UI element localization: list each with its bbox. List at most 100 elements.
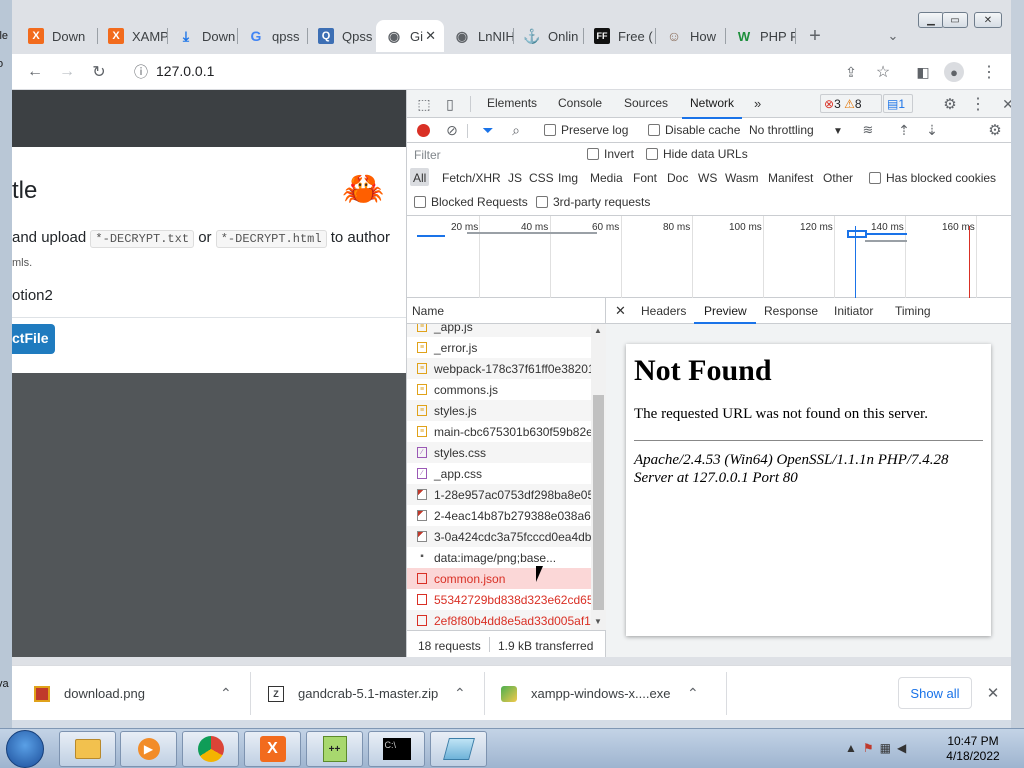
type-ws[interactable]: WS [698,171,717,185]
scrollbar-thumb[interactable] [593,395,604,610]
request-row[interactable]: ≡ styles.js [407,400,591,421]
tab[interactable]: X XAMP [98,20,168,52]
device-toolbar-icon[interactable]: ▯ [439,93,461,115]
export-har-icon[interactable]: ⇣ [921,119,943,141]
taskbar-xampp[interactable]: X [244,731,301,767]
chevron-up-icon[interactable]: ⌃ [687,685,699,702]
tab[interactable]: Gqpss [238,20,308,52]
tab[interactable]: ☺ How [656,20,726,52]
tab-initiator[interactable]: Initiator [834,304,873,318]
blocked-requests-checkbox[interactable]: Blocked Requests [414,195,528,209]
record-icon[interactable] [417,124,430,137]
tab[interactable]: W PHP F [726,20,796,52]
inspect-element-icon[interactable]: ⬚ [413,93,435,115]
request-row[interactable]: 2-4eac14b87b279388e038a6 [407,505,591,526]
request-row-selected[interactable]: common.json [407,568,591,589]
tab[interactable]: ⚓ Onlin [514,20,584,52]
menu-kebab-icon[interactable]: ⋮ [978,61,1000,83]
tab[interactable]: X Down [18,20,98,52]
tab-active[interactable]: ◉ Gi ✕ [376,20,444,52]
start-button[interactable] [6,730,44,768]
close-devtools-icon[interactable]: ✕ [997,93,1011,115]
request-row[interactable]: 3-0a424cdc3a75fcccd0ea4db [407,526,591,547]
type-css[interactable]: CSS [529,171,554,185]
taskbar-chrome[interactable] [182,731,239,767]
tab-network[interactable]: Network [681,96,743,119]
tab-sources[interactable]: Sources [624,96,668,110]
type-manifest[interactable]: Manifest [768,171,813,185]
preserve-log-checkbox[interactable]: Preserve log [544,123,628,137]
chevron-up-icon[interactable]: ⌃ [454,685,466,702]
share-icon[interactable]: ⇪ [840,61,862,83]
taskbar-explorer[interactable] [59,731,116,767]
name-column-header[interactable]: Name [407,298,606,324]
disable-cache-checkbox[interactable]: Disable cache [648,123,740,137]
request-row[interactable]: 55342729bd838d323e62cd65 [407,589,591,610]
third-party-checkbox[interactable]: 3rd-party requests [536,195,650,209]
request-row[interactable]: ∕ _app.css [407,463,591,484]
bookmark-star-icon[interactable]: ☆ [872,61,894,83]
type-js[interactable]: JS [508,171,522,185]
type-media[interactable]: Media [590,171,623,185]
download-item[interactable]: download.png ⌃ [34,666,232,721]
close-window-button[interactable]: ✕ [974,12,1002,28]
request-row[interactable]: ≡ _app.js [407,324,591,337]
devtools-menu-icon[interactable]: ⋮ [967,93,989,115]
type-fetch-xhr[interactable]: Fetch/XHR [442,171,501,185]
request-row[interactable]: ≡ commons.js [407,379,591,400]
system-tray[interactable]: ▲⚑▦◀ [845,741,912,755]
download-item[interactable]: xampp-windows-x....exe ⌃ [501,666,699,721]
search-icon[interactable]: ⌕ [505,119,527,141]
issues-counter[interactable]: ⊗3 ⚠8 [820,94,882,113]
type-img[interactable]: Img [558,171,578,185]
close-tab-icon[interactable]: ✕ [425,28,436,44]
tab[interactable]: ⤓ Down [168,20,238,52]
address-bar[interactable]: 127.0.0.1 [156,63,214,79]
request-row[interactable]: ≡ main-cbc675301b630f59b82e [407,421,591,442]
show-all-button[interactable]: Show all [898,677,972,709]
tab-search-icon[interactable]: ⌄ [882,25,904,47]
new-tab-icon[interactable]: + [804,25,826,47]
request-row[interactable]: 1-28e957ac0753df298ba8e05 [407,484,591,505]
request-row[interactable]: ≡ _error.js [407,337,591,358]
type-font[interactable]: Font [633,171,657,185]
minimize-button[interactable]: ▁ [918,12,944,28]
taskbar-cmd[interactable]: C:\ [368,731,425,767]
tab-console[interactable]: Console [558,96,602,110]
network-timeline[interactable]: 20 ms 40 ms 60 ms 80 ms 100 ms 120 ms 14… [407,216,1011,298]
taskbar-notepad[interactable] [430,731,487,767]
messages-counter[interactable]: ▤1 [883,94,913,113]
tab-preview[interactable]: Preview [704,304,747,318]
hide-data-urls-checkbox[interactable]: Hide data URLs [646,147,748,161]
site-info-icon[interactable]: ⓘ [130,61,152,83]
import-har-icon[interactable]: ⇡ [893,119,915,141]
type-other[interactable]: Other [823,171,853,185]
back-icon[interactable]: ← [24,61,46,83]
tab[interactable]: ◉ LnNIH [444,20,514,52]
taskbar-clock[interactable]: 10:47 PM 4/18/2022 [938,734,1008,764]
more-tabs-icon[interactable]: » [754,96,761,111]
profile-avatar-icon[interactable]: ● [944,62,964,82]
clear-icon[interactable]: ⊘ [441,119,463,141]
request-row[interactable]: ▪ data:image/png;base... [407,547,591,568]
close-downloads-icon[interactable]: ✕ [982,682,1004,704]
scroll-down-icon[interactable]: ▼ [594,617,602,626]
side-panel-icon[interactable]: ◧ [912,61,934,83]
type-wasm[interactable]: Wasm [725,171,759,185]
throttling-select[interactable]: No throttling ▼ [749,123,843,137]
scroll-up-icon[interactable]: ▲ [594,326,602,335]
select-file-button[interactable]: ctFile [12,324,55,354]
request-row[interactable]: ∕ styles.css [407,442,591,463]
network-settings-icon[interactable]: ⚙ [984,119,1006,141]
reload-icon[interactable]: ↻ [88,61,110,83]
invert-checkbox[interactable]: Invert [587,147,634,161]
settings-gear-icon[interactable]: ⚙ [939,93,961,115]
tab[interactable]: Q Qpss [308,20,376,52]
tab[interactable]: FF Free ( [584,20,656,52]
chevron-up-icon[interactable]: ⌃ [220,685,232,702]
download-item[interactable]: Z gandcrab-5.1-master.zip ⌃ [268,666,466,721]
tab-response[interactable]: Response [764,304,818,318]
request-row[interactable]: 2ef8f80b4dd8e5ad33d005af1 [407,610,591,630]
tab-elements[interactable]: Elements [487,96,537,110]
taskbar-notepadpp[interactable]: ++ [306,731,363,767]
